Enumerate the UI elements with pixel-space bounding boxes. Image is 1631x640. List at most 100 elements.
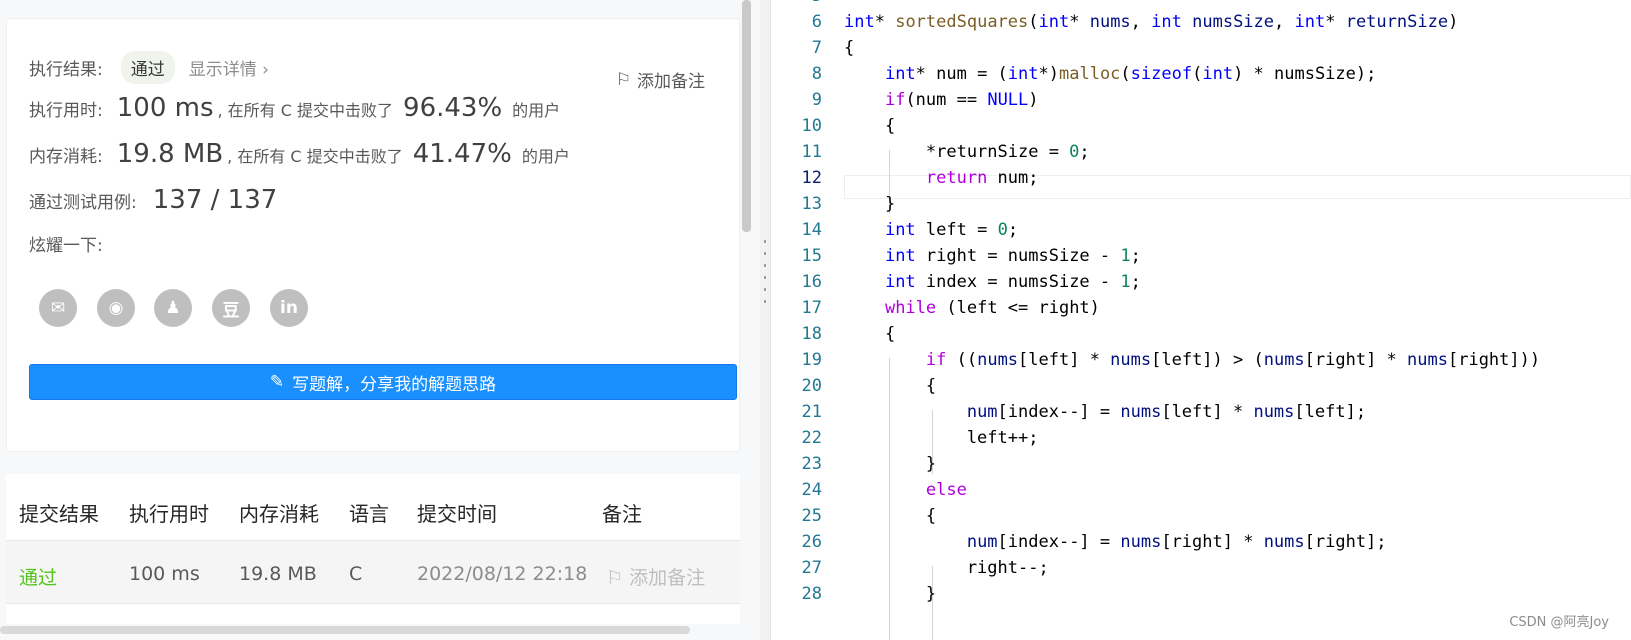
code-line[interactable]: if(num == NULL) bbox=[844, 90, 1039, 110]
code-line[interactable]: num[index--] = nums[left] * nums[left]; bbox=[844, 402, 1366, 422]
code-line[interactable]: num[index--] = nums[right] * nums[right]… bbox=[844, 532, 1387, 552]
write-solution-button[interactable]: ✎ 写题解，分享我的解题思路 bbox=[29, 364, 737, 400]
runtime-percent: 96.43% bbox=[403, 93, 503, 123]
line-number: 24 bbox=[801, 480, 822, 500]
line-number: 19 bbox=[801, 350, 822, 370]
line-number: 16 bbox=[801, 272, 822, 292]
line-number: 28 bbox=[801, 584, 822, 604]
line-number: 8 bbox=[811, 64, 822, 84]
runtime-text: , 在所有 C 提交中击败了 bbox=[217, 101, 394, 120]
code-line[interactable]: int right = numsSize - 1; bbox=[844, 246, 1141, 266]
douban-icon[interactable]: 豆 bbox=[212, 289, 250, 327]
drag-dot bbox=[764, 264, 766, 267]
line-number: 21 bbox=[801, 402, 822, 422]
code-line[interactable]: int* sortedSquares(int* nums, int numsSi… bbox=[844, 12, 1458, 32]
line-number: 13 bbox=[801, 194, 822, 214]
status-badge: 通过 bbox=[120, 51, 175, 84]
header-memory: 内存消耗 bbox=[239, 502, 319, 526]
memory-percent: 41.47% bbox=[412, 139, 512, 169]
vertical-scrollbar[interactable] bbox=[742, 0, 751, 232]
header-time: 提交时间 bbox=[417, 502, 497, 526]
code-line[interactable]: else bbox=[844, 480, 967, 500]
drag-dot bbox=[764, 300, 766, 303]
code-line[interactable]: right--; bbox=[844, 558, 1049, 578]
runtime-label: 执行用时: bbox=[29, 101, 103, 121]
linkedin-icon[interactable]: in bbox=[270, 289, 308, 327]
tests-label: 通过测试用例: bbox=[29, 193, 137, 213]
row-language: C bbox=[349, 563, 363, 585]
share-label: 炫耀一下: bbox=[29, 236, 103, 256]
share-row: 炫耀一下: bbox=[29, 231, 103, 256]
code-line[interactable]: left++; bbox=[844, 428, 1039, 448]
show-details-link[interactable]: 显示详情 › bbox=[189, 55, 269, 80]
line-number: 18 bbox=[801, 324, 822, 344]
line-number: 9 bbox=[811, 90, 822, 110]
row-memory: 19.8 MB bbox=[239, 563, 317, 585]
code-line[interactable]: } bbox=[844, 194, 895, 214]
code-line[interactable]: int index = numsSize - 1; bbox=[844, 272, 1141, 292]
header-runtime: 执行用时 bbox=[129, 502, 209, 526]
line-number: 14 bbox=[801, 220, 822, 240]
result-card: 执行结果: 通过 显示详情 › ⚐ 添加备注 执行用时: 100 ms , 在所… bbox=[6, 18, 740, 452]
write-solution-label: 写题解，分享我的解题思路 bbox=[292, 374, 497, 395]
submission-panel: 执行结果: 通过 显示详情 › ⚐ 添加备注 执行用时: 100 ms , 在所… bbox=[0, 0, 760, 640]
line-number: 7 bbox=[811, 38, 822, 58]
runtime-value: 100 ms bbox=[116, 93, 214, 123]
row-runtime: 100 ms bbox=[129, 563, 200, 585]
code-line[interactable]: if ((nums[left] * nums[left]) > (nums[ri… bbox=[844, 350, 1540, 370]
code-line[interactable]: *returnSize = 0; bbox=[844, 142, 1090, 162]
pencil-icon: ✎ bbox=[269, 372, 285, 392]
drag-dot bbox=[764, 288, 766, 291]
tests-value: 137 / 137 bbox=[152, 185, 278, 215]
line-number: 17 bbox=[801, 298, 822, 318]
line-number: 20 bbox=[801, 376, 822, 396]
code-line[interactable]: } bbox=[844, 454, 936, 474]
memory-suffix: 的用户 bbox=[521, 147, 570, 166]
line-number: 12 bbox=[801, 168, 822, 188]
wechat-icon[interactable]: ✉ bbox=[39, 289, 77, 327]
memory-text: , 在所有 C 提交中击败了 bbox=[227, 147, 403, 166]
line-number: 26 bbox=[801, 532, 822, 552]
drag-dot bbox=[764, 252, 766, 255]
runtime-row: 执行用时: 100 ms , 在所有 C 提交中击败了 96.43% 的用户 bbox=[29, 93, 560, 123]
code-line[interactable]: while (left <= right) bbox=[844, 298, 1100, 318]
line-number: 11 bbox=[801, 142, 822, 162]
line-number: 5 bbox=[772, 0, 822, 6]
code-line[interactable]: { bbox=[844, 506, 936, 526]
submissions-table: 提交结果 执行用时 内存消耗 语言 提交时间 备注 通过 100 ms 19.8… bbox=[6, 474, 740, 624]
add-note-label: 添加备注 bbox=[637, 72, 705, 92]
header-note: 备注 bbox=[602, 502, 642, 526]
table-row[interactable]: 通过 100 ms 19.8 MB C 2022/08/12 22:18 ⚐ 添… bbox=[6, 540, 740, 604]
add-note-button[interactable]: ⚐ 添加备注 bbox=[616, 67, 705, 93]
memory-label: 内存消耗: bbox=[29, 147, 103, 167]
flag-icon: ⚐ bbox=[606, 567, 630, 589]
runtime-suffix: 的用户 bbox=[512, 101, 561, 120]
row-status-link[interactable]: 通过 bbox=[19, 563, 57, 590]
drag-dot bbox=[764, 240, 766, 243]
result-label: 执行结果: bbox=[29, 60, 103, 80]
row-add-note-button[interactable]: ⚐ 添加备注 bbox=[606, 563, 705, 590]
header-status: 提交结果 bbox=[19, 502, 99, 526]
code-editor[interactable]: 5 6 int* sortedSquares(int* nums, int nums… bbox=[772, 0, 1631, 640]
code-line[interactable]: int left = 0; bbox=[844, 220, 1018, 240]
weibo-icon[interactable]: ◉ bbox=[97, 289, 135, 327]
code-line[interactable]: { bbox=[844, 38, 854, 58]
code-line[interactable]: int* num = (int*)malloc(sizeof(int) * nu… bbox=[844, 64, 1376, 84]
qq-icon[interactable]: ♟ bbox=[154, 289, 192, 327]
line-number: 15 bbox=[801, 246, 822, 266]
memory-value: 19.8 MB bbox=[116, 139, 224, 169]
horizontal-scrollbar[interactable] bbox=[0, 626, 690, 634]
line-number: 10 bbox=[801, 116, 822, 136]
code-line[interactable]: return num; bbox=[844, 168, 1039, 188]
code-line[interactable]: { bbox=[844, 116, 895, 136]
line-number: 23 bbox=[801, 454, 822, 474]
header-language: 语言 bbox=[349, 502, 389, 526]
code-line[interactable]: { bbox=[844, 324, 895, 344]
code-line[interactable]: } bbox=[844, 584, 936, 604]
line-number: 27 bbox=[801, 558, 822, 578]
row-time: 2022/08/12 22:18 bbox=[417, 563, 588, 585]
line-number: 6 bbox=[811, 12, 822, 32]
panel-resize-handle[interactable] bbox=[760, 0, 771, 640]
tests-row: 通过测试用例: 137 / 137 bbox=[29, 185, 277, 215]
code-line[interactable]: { bbox=[844, 376, 936, 396]
